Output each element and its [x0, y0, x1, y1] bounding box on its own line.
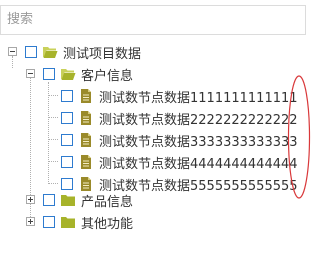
tree-node-label: 测试数节点数据3333333333333	[99, 135, 298, 150]
checkbox[interactable]	[61, 90, 73, 102]
tree-node-customer[interactable]: 客户信息	[0, 63, 300, 85]
checkbox[interactable]	[61, 156, 73, 168]
tree-node-label: 其他功能	[81, 217, 134, 232]
tree-node-root[interactable]: 测试项目数据	[0, 41, 300, 63]
file-icon	[81, 89, 91, 103]
search-input[interactable]: 搜索	[0, 5, 306, 35]
checkbox[interactable]	[43, 68, 55, 80]
tree-node-label: 测试项目数据	[63, 47, 142, 62]
tree-node-other[interactable]: 其他功能	[0, 211, 300, 233]
tree-node-label: 产品信息	[81, 195, 134, 210]
tree-node-product[interactable]: 产品信息	[0, 189, 300, 211]
file-icon	[81, 111, 91, 125]
tree-node-label: 测试数节点数据1111111111111	[99, 91, 298, 106]
tree-node-leaf[interactable]: 测试数节点数据3333333333333	[0, 129, 305, 151]
tree-node-label: 客户信息	[81, 69, 134, 84]
checkbox[interactable]	[43, 194, 55, 206]
tree-node-leaf[interactable]: 测试数节点数据1111111111111	[0, 85, 305, 107]
expand-toggle[interactable]	[26, 217, 35, 226]
checkbox[interactable]	[61, 134, 73, 146]
folder-icon	[61, 195, 75, 206]
tree-node-label: 测试数节点数据4444444444444	[99, 157, 298, 172]
tree-node-label: 测试数节点数据2222222222222	[99, 113, 298, 128]
expand-toggle[interactable]	[26, 195, 35, 204]
checkbox[interactable]	[25, 46, 37, 58]
file-icon	[81, 155, 91, 169]
tree-node-leaf[interactable]: 测试数节点数据4444444444444	[0, 151, 305, 173]
folder-open-icon	[61, 69, 76, 80]
checkbox[interactable]	[43, 216, 55, 228]
file-icon	[81, 133, 91, 147]
tree-node-leaf[interactable]: 测试数节点数据2222222222222	[0, 107, 305, 129]
collapse-toggle[interactable]	[8, 47, 17, 56]
annotation-oval	[287, 75, 311, 199]
collapse-toggle[interactable]	[26, 69, 35, 78]
folder-icon	[61, 217, 75, 228]
checkbox[interactable]	[61, 112, 73, 124]
folder-open-icon	[43, 47, 58, 58]
